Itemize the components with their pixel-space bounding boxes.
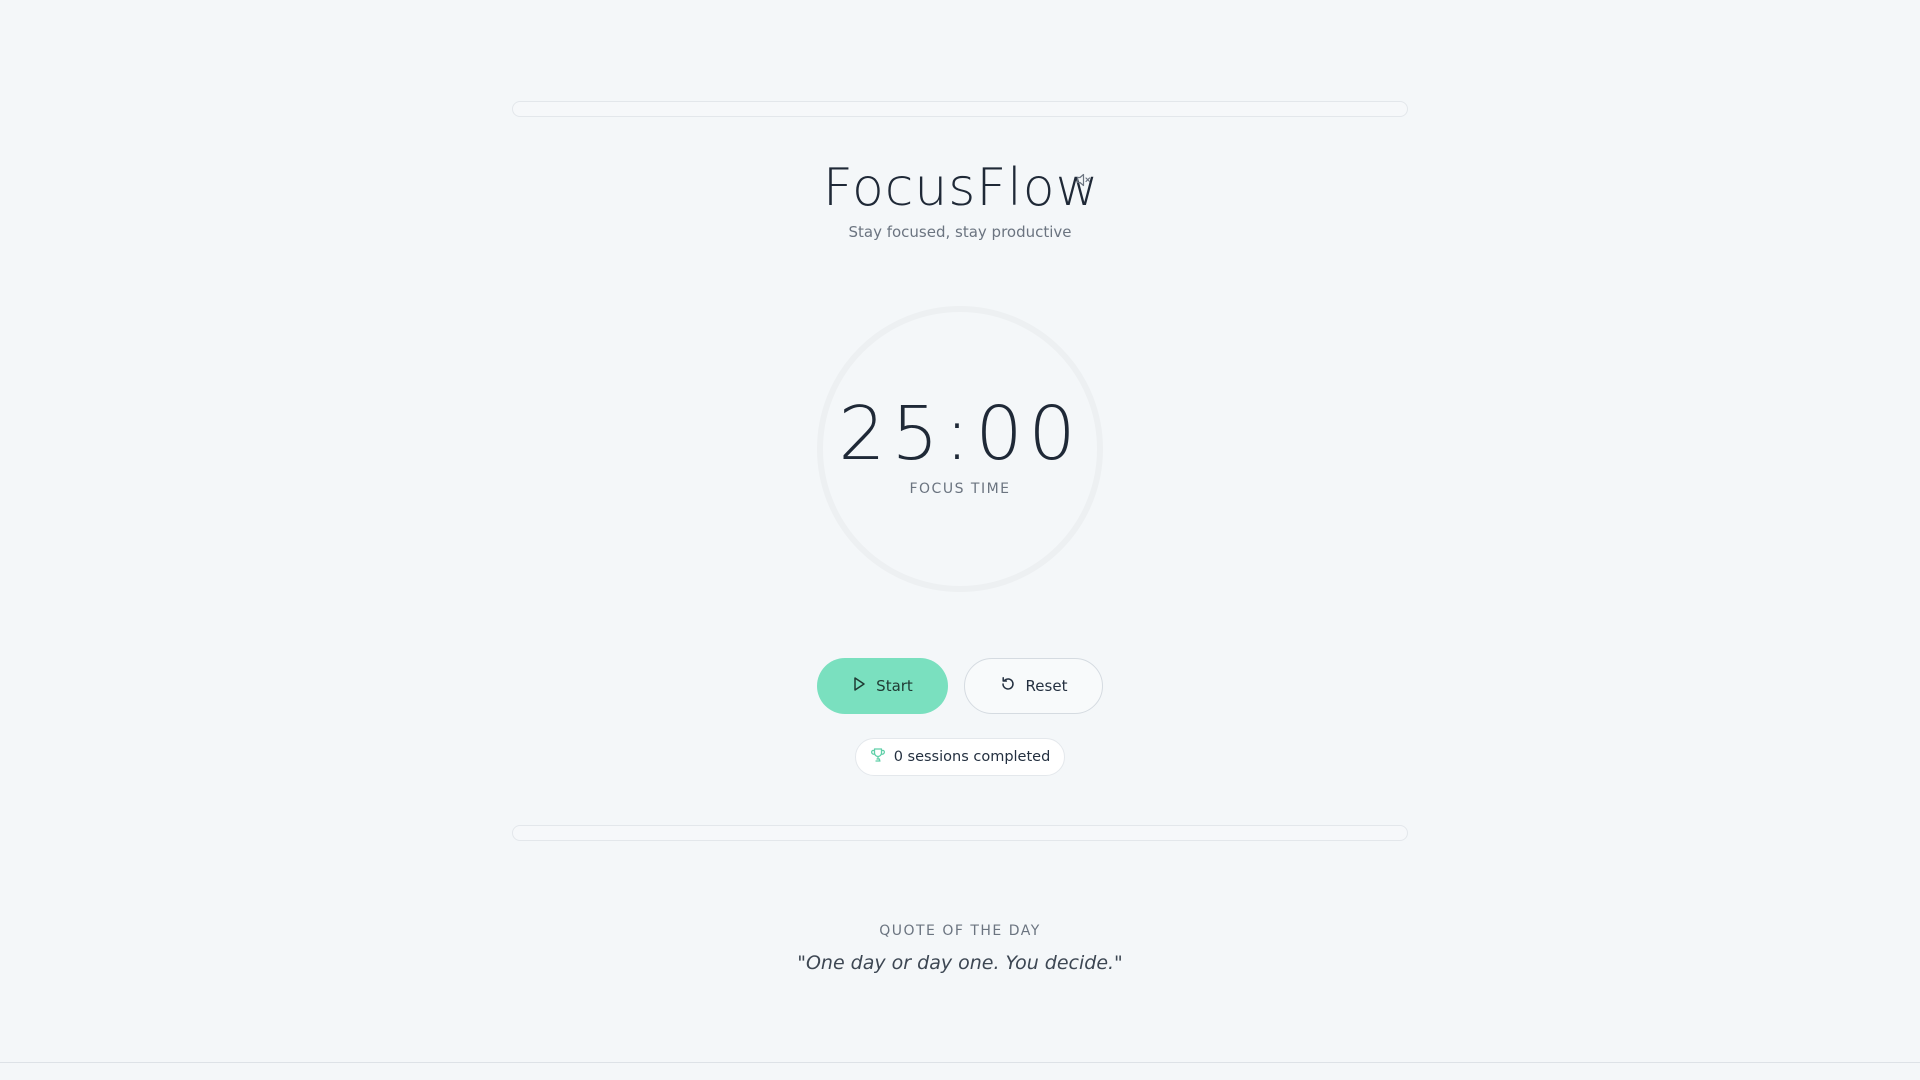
- reset-button-label: Reset: [1025, 677, 1068, 695]
- reset-icon: [1000, 676, 1016, 696]
- bottom-progress-bar: [512, 825, 1408, 841]
- timer-mode-label: FOCUS TIME: [909, 481, 1011, 497]
- quote-text: "One day or day one. You decide.": [797, 952, 1123, 974]
- volume-mute-icon: [1076, 172, 1092, 191]
- start-button-label: Start: [876, 677, 913, 695]
- trophy-icon: [870, 747, 886, 767]
- sessions-count-text: 0 sessions completed: [893, 749, 1051, 765]
- footer-divider: [0, 1062, 1920, 1063]
- app-subtitle: Stay focused, stay productive: [848, 223, 1072, 241]
- app-header: FocusFlow: [0, 152, 1920, 224]
- reset-button[interactable]: Reset: [964, 658, 1103, 714]
- play-icon: [852, 676, 866, 696]
- quote-heading: QUOTE OF THE DAY: [879, 923, 1041, 939]
- app-title: FocusFlow: [822, 158, 1100, 218]
- mute-toggle-button[interactable]: [1074, 171, 1094, 191]
- start-button[interactable]: Start: [817, 658, 948, 714]
- sessions-badge: 0 sessions completed: [855, 738, 1065, 776]
- top-progress-bar: [512, 101, 1408, 117]
- timer-display: 25:00: [838, 391, 1082, 477]
- app-page: FocusFlow Stay focused, stay productive …: [0, 0, 1920, 1080]
